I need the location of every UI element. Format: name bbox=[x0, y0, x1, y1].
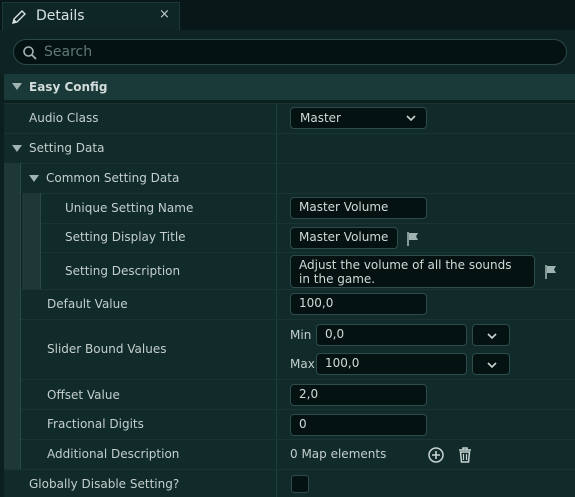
property-label: Slider Bound Values bbox=[47, 342, 167, 356]
chevron-down-icon bbox=[487, 362, 497, 369]
property-row-unique-setting-name: Unique Setting Name Master Volume bbox=[41, 193, 575, 223]
indent-rail bbox=[22, 193, 41, 289]
globally-disable-checkbox[interactable] bbox=[291, 475, 309, 493]
setting-description-field[interactable]: Adjust the volume of all the sounds in t… bbox=[290, 255, 535, 288]
localization-flag-icon[interactable] bbox=[543, 264, 559, 280]
chevron-down-icon bbox=[406, 115, 416, 122]
section-label: Easy Config bbox=[29, 80, 108, 94]
property-row-fractional-digits: Fractional Digits 0 bbox=[21, 409, 575, 439]
localization-flag-icon[interactable] bbox=[405, 231, 421, 247]
search-input[interactable] bbox=[44, 41, 544, 63]
property-row-globally-disable-setting: Globally Disable Setting? bbox=[4, 469, 575, 497]
slider-min-dropdown-button[interactable] bbox=[472, 324, 510, 346]
chevron-down-icon bbox=[487, 333, 497, 340]
property-label: Unique Setting Name bbox=[65, 201, 194, 215]
slider-max-field[interactable]: 100,0 bbox=[316, 353, 467, 375]
property-row-additional-description: Additional Description 0 Map elements bbox=[21, 439, 575, 469]
property-label: Offset Value bbox=[47, 388, 120, 402]
section-easy-config[interactable]: Easy Config bbox=[4, 74, 575, 100]
default-value-field[interactable]: 100,0 bbox=[290, 293, 427, 315]
map-element-count: 0 Map elements bbox=[290, 447, 387, 461]
search-box[interactable] bbox=[13, 39, 567, 65]
property-label: Setting Description bbox=[65, 264, 181, 278]
property-label: Additional Description bbox=[47, 447, 180, 461]
tab-bar: Details × bbox=[0, 0, 575, 30]
collapse-arrow-icon[interactable] bbox=[29, 175, 39, 182]
property-row-common-setting-data[interactable]: Common Setting Data bbox=[21, 163, 575, 193]
trash-icon[interactable] bbox=[456, 446, 474, 464]
property-row-slider-bound-values: Slider Bound Values Min 0,0 Max 100,0 bbox=[21, 319, 575, 379]
search-icon bbox=[23, 46, 37, 60]
dropdown-value: Master bbox=[300, 111, 341, 125]
details-tab[interactable]: Details × bbox=[2, 2, 180, 30]
audio-class-dropdown[interactable]: Master bbox=[290, 107, 427, 129]
fractional-digits-field[interactable]: 0 bbox=[290, 414, 427, 436]
slider-max-dropdown-button[interactable] bbox=[472, 353, 510, 375]
close-icon[interactable]: × bbox=[159, 7, 170, 22]
add-element-icon[interactable] bbox=[427, 446, 445, 464]
setting-display-title-field[interactable]: Master Volume bbox=[290, 227, 398, 249]
tab-title: Details bbox=[36, 8, 85, 24]
property-label: Fractional Digits bbox=[47, 417, 144, 431]
search-area bbox=[0, 30, 575, 74]
property-row-setting-display-title: Setting Display Title Master Volume bbox=[41, 223, 575, 252]
collapse-arrow-icon[interactable] bbox=[12, 145, 22, 152]
property-label: Setting Display Title bbox=[65, 230, 186, 244]
property-row-default-value: Default Value 100,0 bbox=[21, 289, 575, 319]
property-row-setting-data[interactable]: Setting Data bbox=[4, 133, 575, 163]
collapse-arrow-icon[interactable] bbox=[12, 83, 22, 90]
property-label: Default Value bbox=[47, 297, 128, 311]
property-row-setting-description: Setting Description Adjust the volume of… bbox=[41, 252, 575, 289]
property-label: Setting Data bbox=[29, 141, 105, 155]
min-label: Min bbox=[290, 328, 312, 342]
indent-rail bbox=[4, 163, 21, 469]
property-label: Globally Disable Setting? bbox=[29, 477, 180, 491]
property-label: Audio Class bbox=[29, 111, 99, 125]
offset-value-field[interactable]: 2,0 bbox=[290, 384, 427, 406]
pencil-icon bbox=[12, 10, 26, 24]
unique-setting-name-field[interactable]: Master Volume bbox=[290, 197, 427, 219]
property-row-audio-class: Audio Class Master bbox=[4, 103, 575, 133]
slider-min-field[interactable]: 0,0 bbox=[316, 324, 467, 346]
max-label: Max bbox=[290, 357, 315, 371]
property-row-offset-value: Offset Value 2,0 bbox=[21, 379, 575, 409]
property-label: Common Setting Data bbox=[46, 171, 180, 185]
